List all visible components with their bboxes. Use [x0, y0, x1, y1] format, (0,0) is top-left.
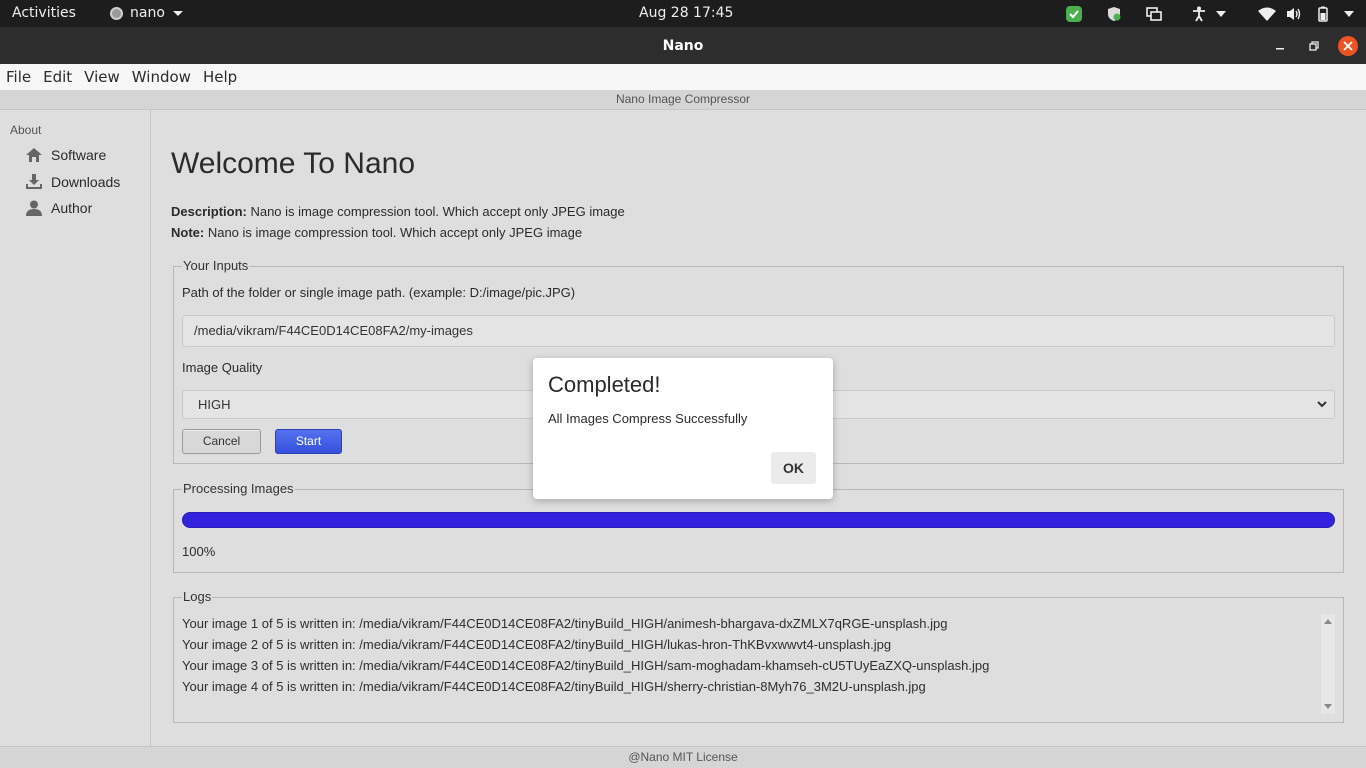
sidebar-item-label: Downloads: [51, 174, 121, 190]
quality-label: Image Quality: [182, 360, 263, 375]
sidebar-item-downloads[interactable]: Downloads: [25, 172, 120, 192]
menu-bar: File Edit View Window Help: [0, 64, 1366, 90]
accessibility-icon[interactable]: [1189, 5, 1209, 22]
volume-icon[interactable]: [1285, 5, 1303, 22]
processing-group: Processing Images 100%: [173, 481, 1344, 573]
shield-icon[interactable]: [1105, 5, 1123, 22]
system-top-bar: Activities nano Aug 28 17:45: [0, 0, 1366, 27]
dialog-message: All Images Compress Successfully: [548, 411, 748, 426]
page-title: Welcome To Nano: [171, 147, 416, 180]
menu-view[interactable]: View: [84, 68, 120, 86]
menu-file[interactable]: File: [6, 68, 31, 86]
chevron-down-icon[interactable]: [1342, 5, 1356, 22]
window-title: Nano: [662, 38, 704, 54]
chevron-down-icon: [1317, 401, 1327, 408]
quality-select-value: HIGH: [198, 397, 231, 412]
logs-text-area[interactable]: Your image 1 of 5 is written in: /media/…: [182, 614, 1322, 714]
app-menu-label: nano: [130, 5, 165, 21]
screen-share-icon[interactable]: [1145, 5, 1163, 22]
sidebar-heading: About: [10, 123, 42, 137]
sidebar-item-label: Software: [51, 147, 107, 163]
inputs-legend: Your Inputs: [182, 258, 250, 273]
scroll-up-icon[interactable]: [1324, 619, 1332, 624]
menu-window[interactable]: Window: [132, 68, 191, 86]
home-icon: [26, 148, 42, 162]
completed-dialog: Completed! All Images Compress Successfu…: [533, 358, 833, 499]
log-line: Your image 4 of 5 is written in: /media/…: [182, 679, 926, 694]
activities-button[interactable]: Activities: [12, 5, 76, 21]
download-icon: [26, 174, 42, 189]
chevron-down-icon[interactable]: [1214, 5, 1228, 22]
minimize-icon: [1276, 48, 1284, 50]
path-label: Path of the folder or single image path.…: [182, 285, 576, 300]
log-line: Your image 3 of 5 is written in: /media/…: [182, 658, 990, 673]
app-indicator-check-icon[interactable]: [1065, 5, 1083, 22]
cancel-button[interactable]: Cancel: [182, 429, 261, 454]
app-icon: [110, 6, 123, 20]
progress-percent: 100%: [182, 544, 216, 559]
chevron-down-icon: [172, 10, 183, 16]
sidebar-item-software[interactable]: Software: [25, 145, 106, 165]
app-menu[interactable]: nano: [110, 5, 183, 21]
close-button[interactable]: [1338, 36, 1358, 56]
logs-scrollbar[interactable]: [1321, 614, 1335, 714]
user-icon: [26, 200, 42, 216]
menu-help[interactable]: Help: [203, 68, 237, 86]
log-line: Your image 2 of 5 is written in: /media/…: [182, 637, 892, 652]
note-text: Nano is image compression tool. Which ac…: [204, 225, 583, 240]
note-line: Note: Nano is image compression tool. Wh…: [171, 225, 582, 240]
log-line: Your image 1 of 5 is written in: /media/…: [182, 616, 948, 631]
maximize-button[interactable]: [1304, 36, 1324, 56]
logs-group: Logs Your image 1 of 5 is written in: /m…: [173, 589, 1344, 723]
processing-legend: Processing Images: [182, 481, 295, 496]
path-input[interactable]: /media/vikram/F44CE0D14CE08FA2/my-images: [182, 315, 1335, 347]
description-line: Description: Nano is image compression t…: [171, 204, 625, 219]
description-text: Nano is image compression tool. Which ac…: [246, 204, 625, 219]
menu-edit[interactable]: Edit: [43, 68, 72, 86]
ok-button[interactable]: OK: [771, 452, 816, 484]
note-label: Note:: [171, 225, 205, 240]
start-button[interactable]: Start: [275, 429, 342, 454]
clock[interactable]: Aug 28 17:45: [639, 5, 733, 21]
scroll-down-icon[interactable]: [1324, 704, 1332, 709]
sidebar: About Software Downloads Author: [0, 110, 151, 746]
battery-icon[interactable]: [1314, 5, 1332, 22]
close-icon: [1343, 41, 1353, 51]
sidebar-item-label: Author: [51, 200, 93, 216]
logs-legend: Logs: [182, 589, 213, 604]
progress-bar: [182, 512, 1335, 528]
app-header: Nano Image Compressor: [0, 90, 1366, 110]
footer: @Nano MIT License: [0, 746, 1366, 768]
window-title-bar[interactable]: Nano: [0, 27, 1366, 64]
sidebar-item-author[interactable]: Author: [25, 198, 92, 218]
restore-icon: [1309, 41, 1319, 51]
wifi-icon[interactable]: [1257, 5, 1277, 22]
dialog-title: Completed!: [548, 372, 661, 397]
minimize-button[interactable]: [1270, 36, 1290, 56]
description-label: Description:: [171, 204, 247, 219]
